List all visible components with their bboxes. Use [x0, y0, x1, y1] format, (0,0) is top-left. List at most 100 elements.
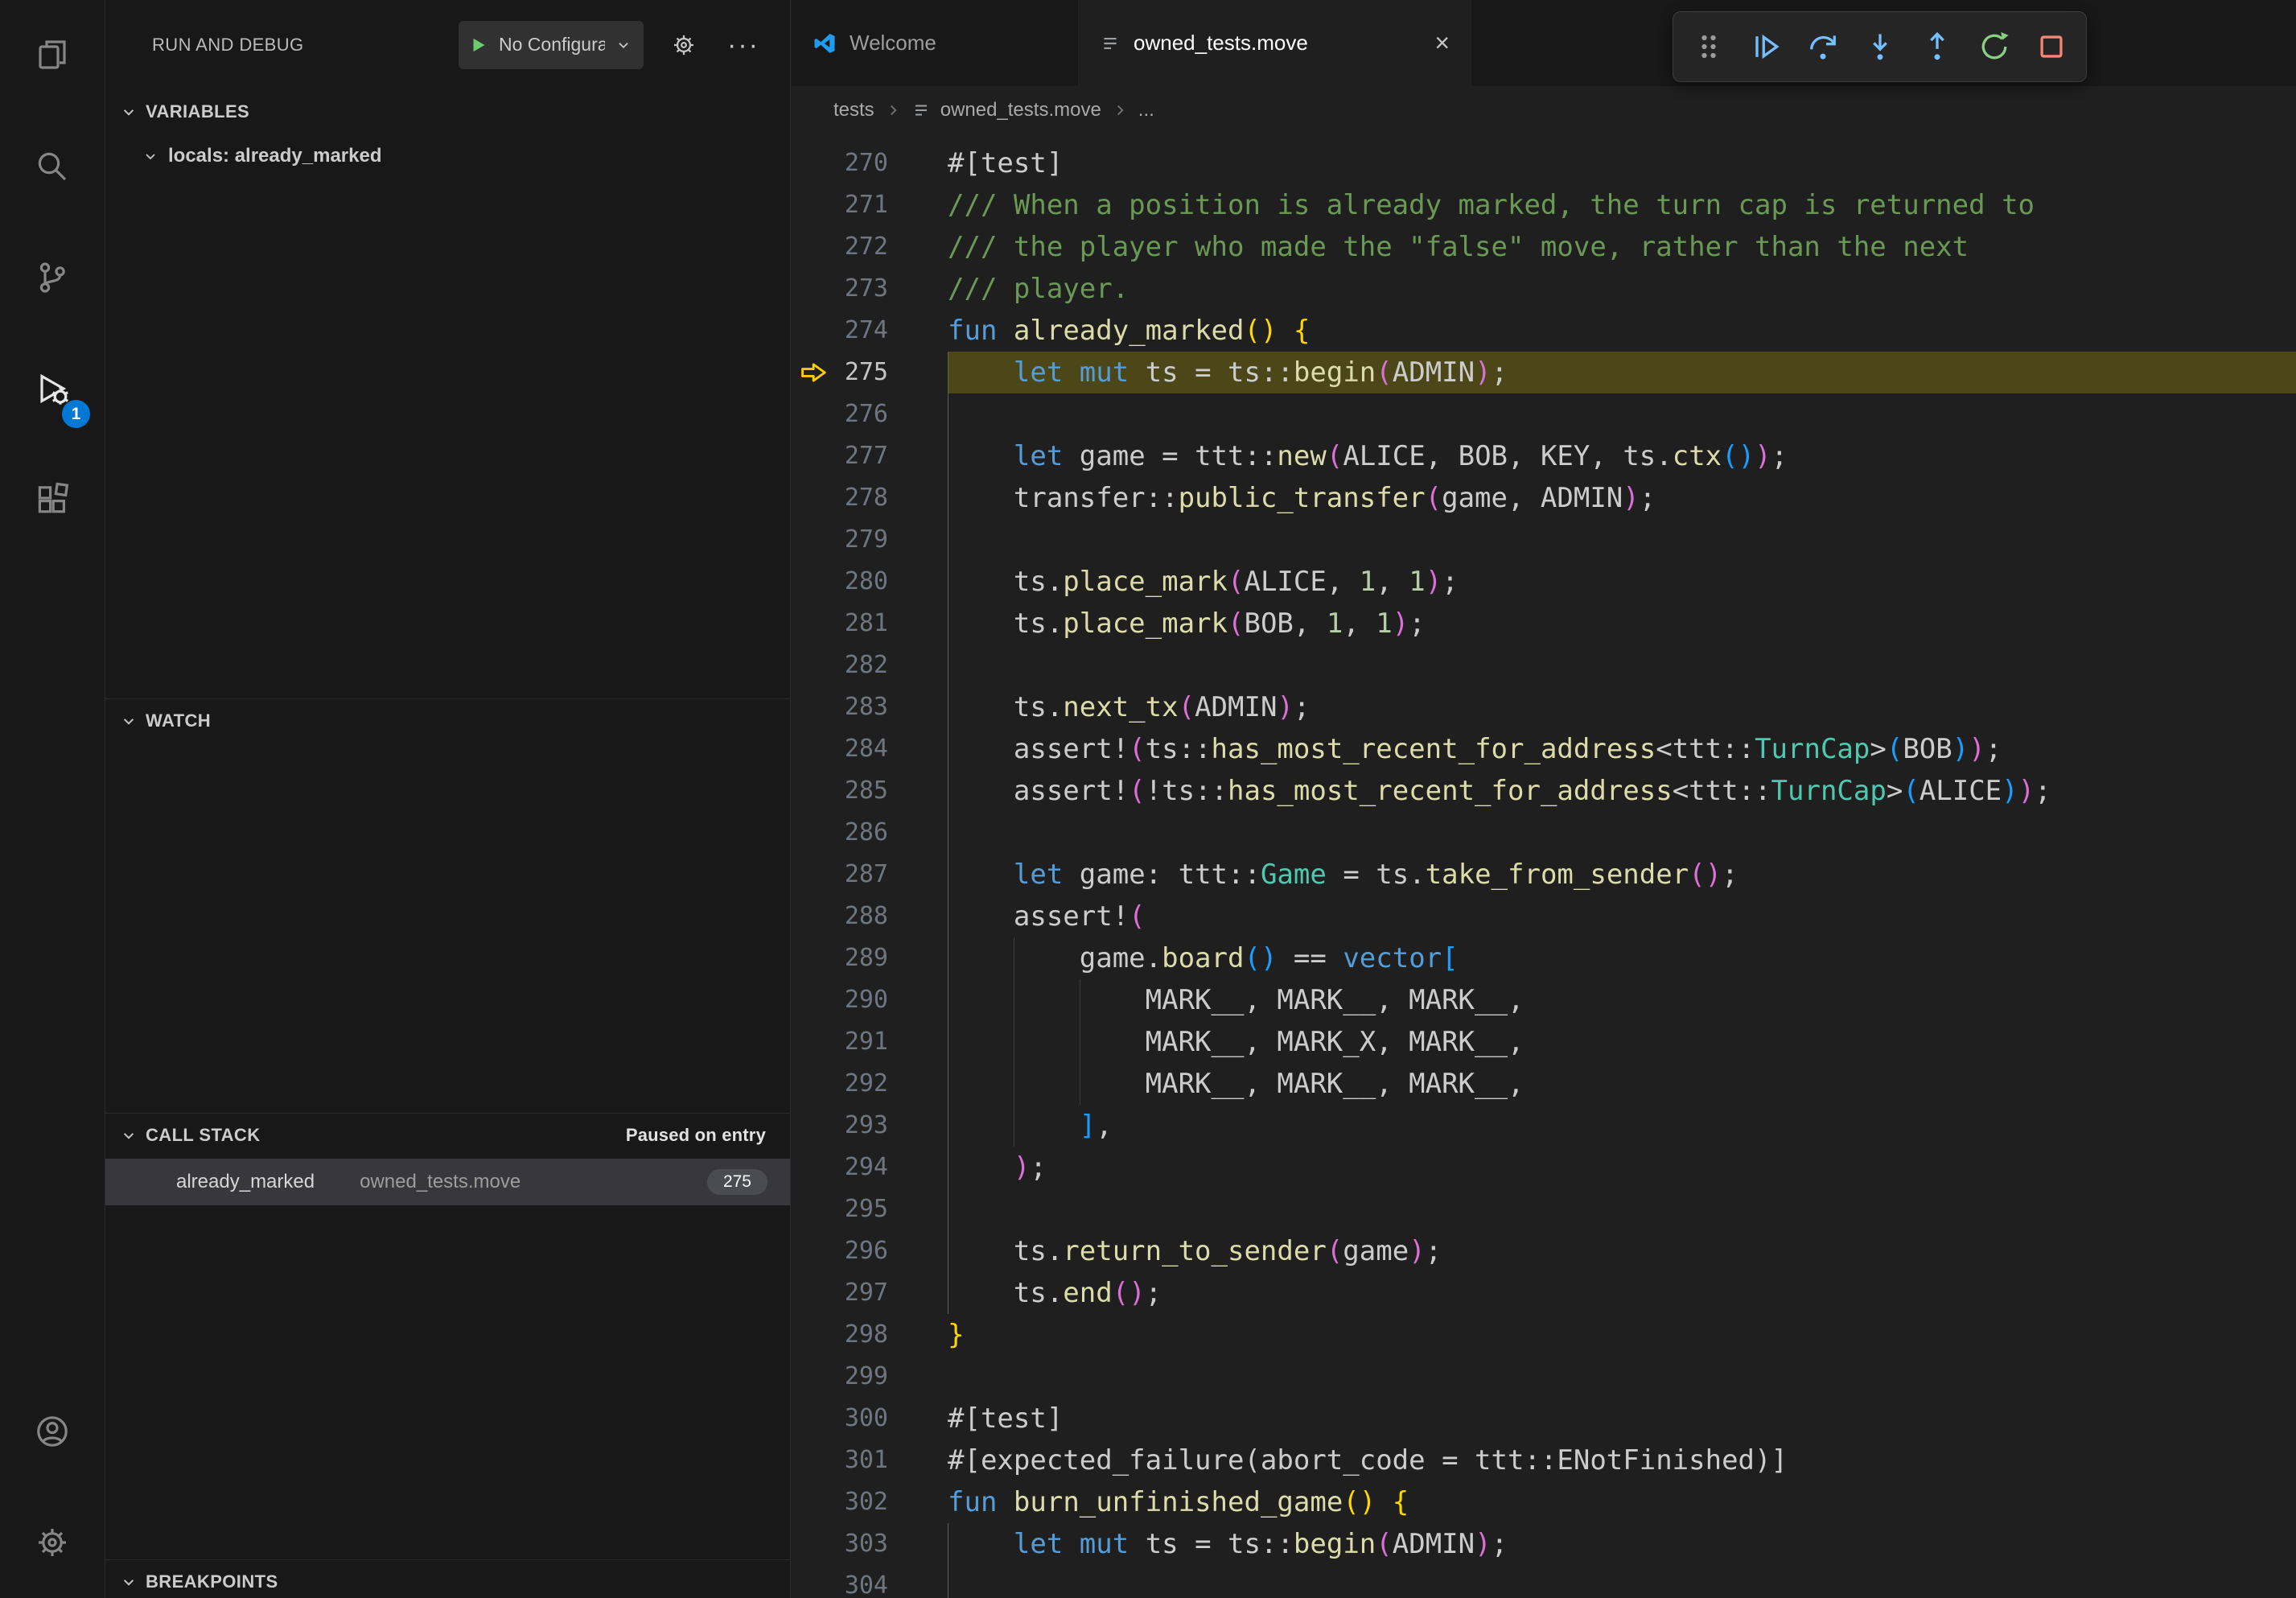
- line-number[interactable]: 304: [837, 1565, 888, 1598]
- glyph-margin[interactable]: [792, 142, 837, 184]
- line-number[interactable]: 290: [837, 979, 888, 1021]
- code-text[interactable]: );: [948, 1147, 2296, 1188]
- line-number[interactable]: 291: [837, 1021, 888, 1063]
- line-number[interactable]: 282: [837, 645, 888, 686]
- code-line[interactable]: 293 ],: [792, 1105, 2296, 1147]
- code-line[interactable]: 298}: [792, 1314, 2296, 1356]
- code-text[interactable]: assert!(: [948, 896, 2296, 937]
- line-number[interactable]: 276: [837, 393, 888, 435]
- code-line[interactable]: 303 let mut ts = ts::begin(ADMIN);: [792, 1523, 2296, 1565]
- debug-settings-gear-button[interactable]: [665, 26, 703, 64]
- step-over-button[interactable]: [1794, 17, 1851, 76]
- code-text[interactable]: #[expected_failure(abort_code = ttt::ENo…: [948, 1439, 2296, 1481]
- glyph-margin[interactable]: [792, 1439, 837, 1481]
- code-line[interactable]: 275 let mut ts = ts::begin(ADMIN);: [792, 352, 2296, 393]
- glyph-margin[interactable]: [792, 268, 837, 310]
- line-number[interactable]: 278: [837, 477, 888, 519]
- code-line[interactable]: 274fun already_marked() {: [792, 310, 2296, 352]
- line-number[interactable]: 303: [837, 1523, 888, 1565]
- code-line[interactable]: 287 let game: ttt::Game = ts.take_from_s…: [792, 854, 2296, 896]
- stop-button[interactable]: [2022, 17, 2080, 76]
- code-line[interactable]: 282: [792, 645, 2296, 686]
- code-text[interactable]: }: [948, 1314, 2296, 1356]
- glyph-margin[interactable]: [792, 435, 837, 477]
- code-line[interactable]: 301#[expected_failure(abort_code = ttt::…: [792, 1439, 2296, 1481]
- glyph-margin[interactable]: [792, 561, 837, 603]
- line-number[interactable]: 295: [837, 1188, 888, 1230]
- code-text[interactable]: [948, 1565, 2296, 1598]
- glyph-margin[interactable]: [792, 1356, 837, 1398]
- code-text[interactable]: ts.end();: [948, 1272, 2296, 1314]
- line-number[interactable]: 280: [837, 561, 888, 603]
- glyph-margin[interactable]: [792, 812, 837, 854]
- account-icon[interactable]: [0, 1376, 105, 1487]
- code-line[interactable]: 280 ts.place_mark(ALICE, 1, 1);: [792, 561, 2296, 603]
- breadcrumb-item-symbol[interactable]: ...: [1138, 99, 1154, 121]
- code-text[interactable]: [948, 393, 2296, 435]
- code-text[interactable]: fun already_marked() {: [948, 310, 2296, 352]
- line-number[interactable]: 285: [837, 770, 888, 812]
- line-number[interactable]: 284: [837, 728, 888, 770]
- glyph-margin[interactable]: [792, 1188, 837, 1230]
- code-line[interactable]: 279: [792, 519, 2296, 561]
- continue-button[interactable]: [1737, 17, 1794, 76]
- code-line[interactable]: 286: [792, 812, 2296, 854]
- code-line[interactable]: 284 assert!(ts::has_most_recent_for_addr…: [792, 728, 2296, 770]
- line-number[interactable]: 279: [837, 519, 888, 561]
- code-text[interactable]: [948, 1188, 2296, 1230]
- code-line[interactable]: 273 /// player.: [792, 268, 2296, 310]
- close-icon[interactable]: ×: [1434, 28, 1450, 58]
- code-text[interactable]: let game: ttt::Game = ts.take_from_sende…: [948, 854, 2296, 896]
- code-text[interactable]: MARK__, MARK_X, MARK__,: [948, 1021, 2296, 1063]
- glyph-margin[interactable]: [792, 1272, 837, 1314]
- step-into-button[interactable]: [1851, 17, 1908, 76]
- code-text[interactable]: #[test]: [948, 142, 2296, 184]
- call-stack-section-header[interactable]: CALL STACK Paused on entry: [105, 1113, 790, 1157]
- start-debug-icon[interactable]: [468, 35, 489, 56]
- code-text[interactable]: ts.return_to_sender(game);: [948, 1230, 2296, 1272]
- glyph-margin[interactable]: [792, 1021, 837, 1063]
- extensions-icon[interactable]: [0, 444, 105, 555]
- code-text[interactable]: assert!(ts::has_most_recent_for_address<…: [948, 728, 2296, 770]
- code-text[interactable]: ts.place_mark(BOB, 1, 1);: [948, 603, 2296, 645]
- line-number[interactable]: 281: [837, 603, 888, 645]
- glyph-margin[interactable]: [792, 728, 837, 770]
- source-control-icon[interactable]: [0, 222, 105, 333]
- line-number[interactable]: 275: [837, 352, 888, 393]
- code-text[interactable]: ts.next_tx(ADMIN);: [948, 686, 2296, 728]
- code-text[interactable]: /// the player who made the "false" move…: [948, 226, 2296, 268]
- code-text[interactable]: let mut ts = ts::begin(ADMIN);: [948, 1523, 2296, 1565]
- code-line[interactable]: 297 ts.end();: [792, 1272, 2296, 1314]
- line-number[interactable]: 296: [837, 1230, 888, 1272]
- line-number[interactable]: 283: [837, 686, 888, 728]
- glyph-margin[interactable]: [792, 686, 837, 728]
- more-actions-button[interactable]: ···: [724, 26, 763, 64]
- glyph-margin[interactable]: [792, 1481, 837, 1523]
- code-line[interactable]: 291 MARK__, MARK_X, MARK__,: [792, 1021, 2296, 1063]
- code-text[interactable]: MARK__, MARK__, MARK__,: [948, 1063, 2296, 1105]
- current-frame-indicator[interactable]: [792, 352, 837, 393]
- glyph-margin[interactable]: [792, 937, 837, 979]
- code-line[interactable]: 283 ts.next_tx(ADMIN);: [792, 686, 2296, 728]
- code-line[interactable]: 292 MARK__, MARK__, MARK__,: [792, 1063, 2296, 1105]
- glyph-margin[interactable]: [792, 645, 837, 686]
- code-line[interactable]: 278 transfer::public_transfer(game, ADMI…: [792, 477, 2296, 519]
- code-text[interactable]: /// player.: [948, 268, 2296, 310]
- code-line[interactable]: 302fun burn_unfinished_game() {: [792, 1481, 2296, 1523]
- code-text[interactable]: [948, 1356, 2296, 1398]
- glyph-margin[interactable]: [792, 310, 837, 352]
- settings-gear-icon[interactable]: [0, 1487, 105, 1598]
- line-number[interactable]: 292: [837, 1063, 888, 1105]
- code-line[interactable]: 271/// When a position is already marked…: [792, 184, 2296, 226]
- code-line[interactable]: 296 ts.return_to_sender(game);: [792, 1230, 2296, 1272]
- line-number[interactable]: 273: [837, 268, 888, 310]
- code-line[interactable]: 304: [792, 1565, 2296, 1598]
- code-text[interactable]: MARK__, MARK__, MARK__,: [948, 979, 2296, 1021]
- code-line[interactable]: 300#[test]: [792, 1398, 2296, 1439]
- glyph-margin[interactable]: [792, 854, 837, 896]
- line-number[interactable]: 286: [837, 812, 888, 854]
- code-text[interactable]: #[test]: [948, 1398, 2296, 1439]
- code-text[interactable]: transfer::public_transfer(game, ADMIN);: [948, 477, 2296, 519]
- line-number[interactable]: 270: [837, 142, 888, 184]
- line-number[interactable]: 272: [837, 226, 888, 268]
